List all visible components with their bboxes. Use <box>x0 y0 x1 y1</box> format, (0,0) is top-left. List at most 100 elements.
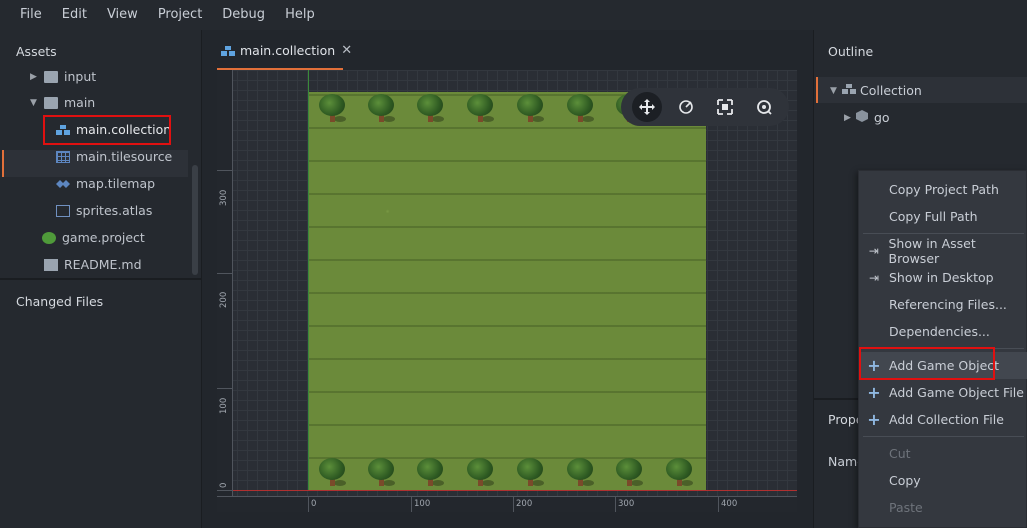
x-axis-line <box>233 490 797 491</box>
menu-item-cut: Cut <box>859 440 1027 467</box>
ruler-label: 300 <box>219 189 229 206</box>
menu-item-copy-full-path[interactable]: Copy Full Path <box>859 203 1027 230</box>
editor-area: main.collection ✕ 0 100 200 300 0 100 20… <box>203 30 813 528</box>
ruler-label: 100 <box>219 397 229 414</box>
ruler-label: 300 <box>618 499 635 509</box>
ruler-label: 200 <box>516 499 533 509</box>
tree-sprite <box>466 458 494 488</box>
tree-item-map-tilemap[interactable]: map.tilemap <box>0 170 190 197</box>
menu-item-copy[interactable]: Copy <box>859 467 1027 494</box>
horizontal-ruler: 0 100 200 300 400 <box>217 496 797 512</box>
show-in-icon: ⇥ <box>868 243 879 258</box>
outline-item-collection[interactable]: ▼ Collection <box>830 83 922 98</box>
close-icon[interactable]: ✕ <box>341 43 352 58</box>
outline-item-label: go <box>874 110 890 125</box>
chevron-right-icon[interactable]: ▶ <box>844 113 856 123</box>
menu-item-label: Paste <box>889 500 923 515</box>
menu-edit[interactable]: Edit <box>52 0 97 30</box>
menu-item-label: Copy Full Path <box>889 209 978 224</box>
chevron-right-icon[interactable]: ▶ <box>30 72 40 82</box>
move-tool-icon[interactable] <box>631 92 662 122</box>
menu-view[interactable]: View <box>97 0 148 30</box>
tree-sprite <box>416 94 444 124</box>
menu-debug[interactable]: Debug <box>212 0 275 30</box>
tree-item-label: sprites.atlas <box>76 203 153 218</box>
scene-viewport[interactable]: 0 100 200 300 0 100 200 300 400 <box>217 70 797 512</box>
tree-sprite <box>318 94 346 124</box>
scene-toolbar <box>621 88 789 126</box>
plus-icon: + <box>867 410 881 429</box>
tab-label: main.collection <box>240 42 336 58</box>
menu-item-referencing-files[interactable]: Referencing Files... <box>859 291 1027 318</box>
camera-tool-icon[interactable] <box>749 92 779 122</box>
tree-item-label: main <box>64 95 96 110</box>
tree-item-main-tilesource[interactable]: main.tilesource <box>0 143 190 170</box>
tab-main-collection[interactable]: main.collection ✕ <box>217 30 352 70</box>
menu-item-paste: Paste <box>859 494 1027 521</box>
menu-item-label: Copy Project Path <box>889 182 999 197</box>
project-gear-icon <box>42 231 56 244</box>
menu-item-label: Add Game Object File <box>889 385 1024 400</box>
tree-sprite <box>516 94 544 124</box>
tree-item-main[interactable]: ▼ main <box>0 89 190 116</box>
tilemap-preview <box>308 92 706 490</box>
folder-icon <box>44 70 58 83</box>
tilemap-icon <box>56 178 70 190</box>
tree-sprite <box>516 458 544 488</box>
menu-item-show-in-desktop[interactable]: ⇥ Show in Desktop <box>859 264 1027 291</box>
menu-item-label: Referencing Files... <box>889 297 1007 312</box>
folder-icon <box>44 96 58 109</box>
vertical-ruler: 0 100 200 300 <box>217 70 233 512</box>
menu-item-label: Show in Asset Browser <box>888 235 976 266</box>
menu-item-copy-project-path[interactable]: Copy Project Path <box>859 176 1027 203</box>
tree-item-label: main.tilesource <box>76 149 173 164</box>
tree-sprite <box>466 94 494 124</box>
y-axis-line <box>308 70 309 490</box>
tree-sprite <box>665 458 693 488</box>
menu-item-label: Show in Desktop <box>889 270 994 285</box>
tree-item-label: README.md <box>64 257 142 272</box>
menu-item-show-in-asset-browser[interactable]: ⇥ Show in Asset Browser <box>859 235 1027 266</box>
menu-help[interactable]: Help <box>275 0 325 30</box>
rotate-tool-icon[interactable] <box>671 92 701 122</box>
highlight-box <box>43 115 171 145</box>
tree-item-sprites-atlas[interactable]: sprites.atlas <box>0 197 190 224</box>
scale-tool-icon[interactable] <box>710 92 740 122</box>
game-object-icon <box>856 110 874 125</box>
tree-item-label: map.tilemap <box>76 176 156 191</box>
chevron-down-icon[interactable]: ▼ <box>30 98 40 108</box>
collection-icon <box>221 45 235 56</box>
tree-item-label: input <box>64 69 97 84</box>
tilesource-icon <box>56 150 70 163</box>
tree-item-input[interactable]: ▶ input <box>0 65 190 90</box>
tree-scrollbar[interactable] <box>192 165 198 275</box>
tree-sprite <box>566 458 594 488</box>
tree-item-readme[interactable]: README.md <box>0 251 190 277</box>
menu-item-dependencies[interactable]: Dependencies... <box>859 318 1027 345</box>
menu-item-add-collection-file[interactable]: + Add Collection File <box>859 406 1027 433</box>
plus-icon: + <box>867 383 881 402</box>
menu-file[interactable]: File <box>10 0 52 30</box>
chevron-down-icon[interactable]: ▼ <box>830 86 842 96</box>
tree-sprite <box>367 94 395 124</box>
document-icon <box>44 258 58 271</box>
tree-item-game-project[interactable]: game.project <box>0 224 190 251</box>
menu-item-label: Copy <box>889 473 921 488</box>
outline-title: Outline <box>828 44 874 59</box>
editor-window: File Edit View Project Debug Help Assets… <box>0 0 1027 528</box>
menu-item-add-game-object-file[interactable]: + Add Game Object File <box>859 379 1027 406</box>
tree-item-label: game.project <box>62 230 145 245</box>
pane-divider[interactable] <box>0 278 202 280</box>
menu-separator <box>863 233 1024 234</box>
changed-files-title: Changed Files <box>16 294 104 309</box>
outline-item-label: Collection <box>860 83 922 98</box>
tree-sprite <box>416 458 444 488</box>
left-pane: Assets ▶ input ▼ main main.collection ma… <box>0 30 202 528</box>
tree-sprite <box>615 458 643 488</box>
ruler-label: 100 <box>414 499 431 509</box>
menu-item-label: Dependencies... <box>889 324 990 339</box>
ruler-label: 0 <box>219 482 229 488</box>
assets-title: Assets <box>16 44 57 59</box>
menu-project[interactable]: Project <box>148 0 212 30</box>
outline-item-go[interactable]: ▶ go <box>844 110 890 125</box>
